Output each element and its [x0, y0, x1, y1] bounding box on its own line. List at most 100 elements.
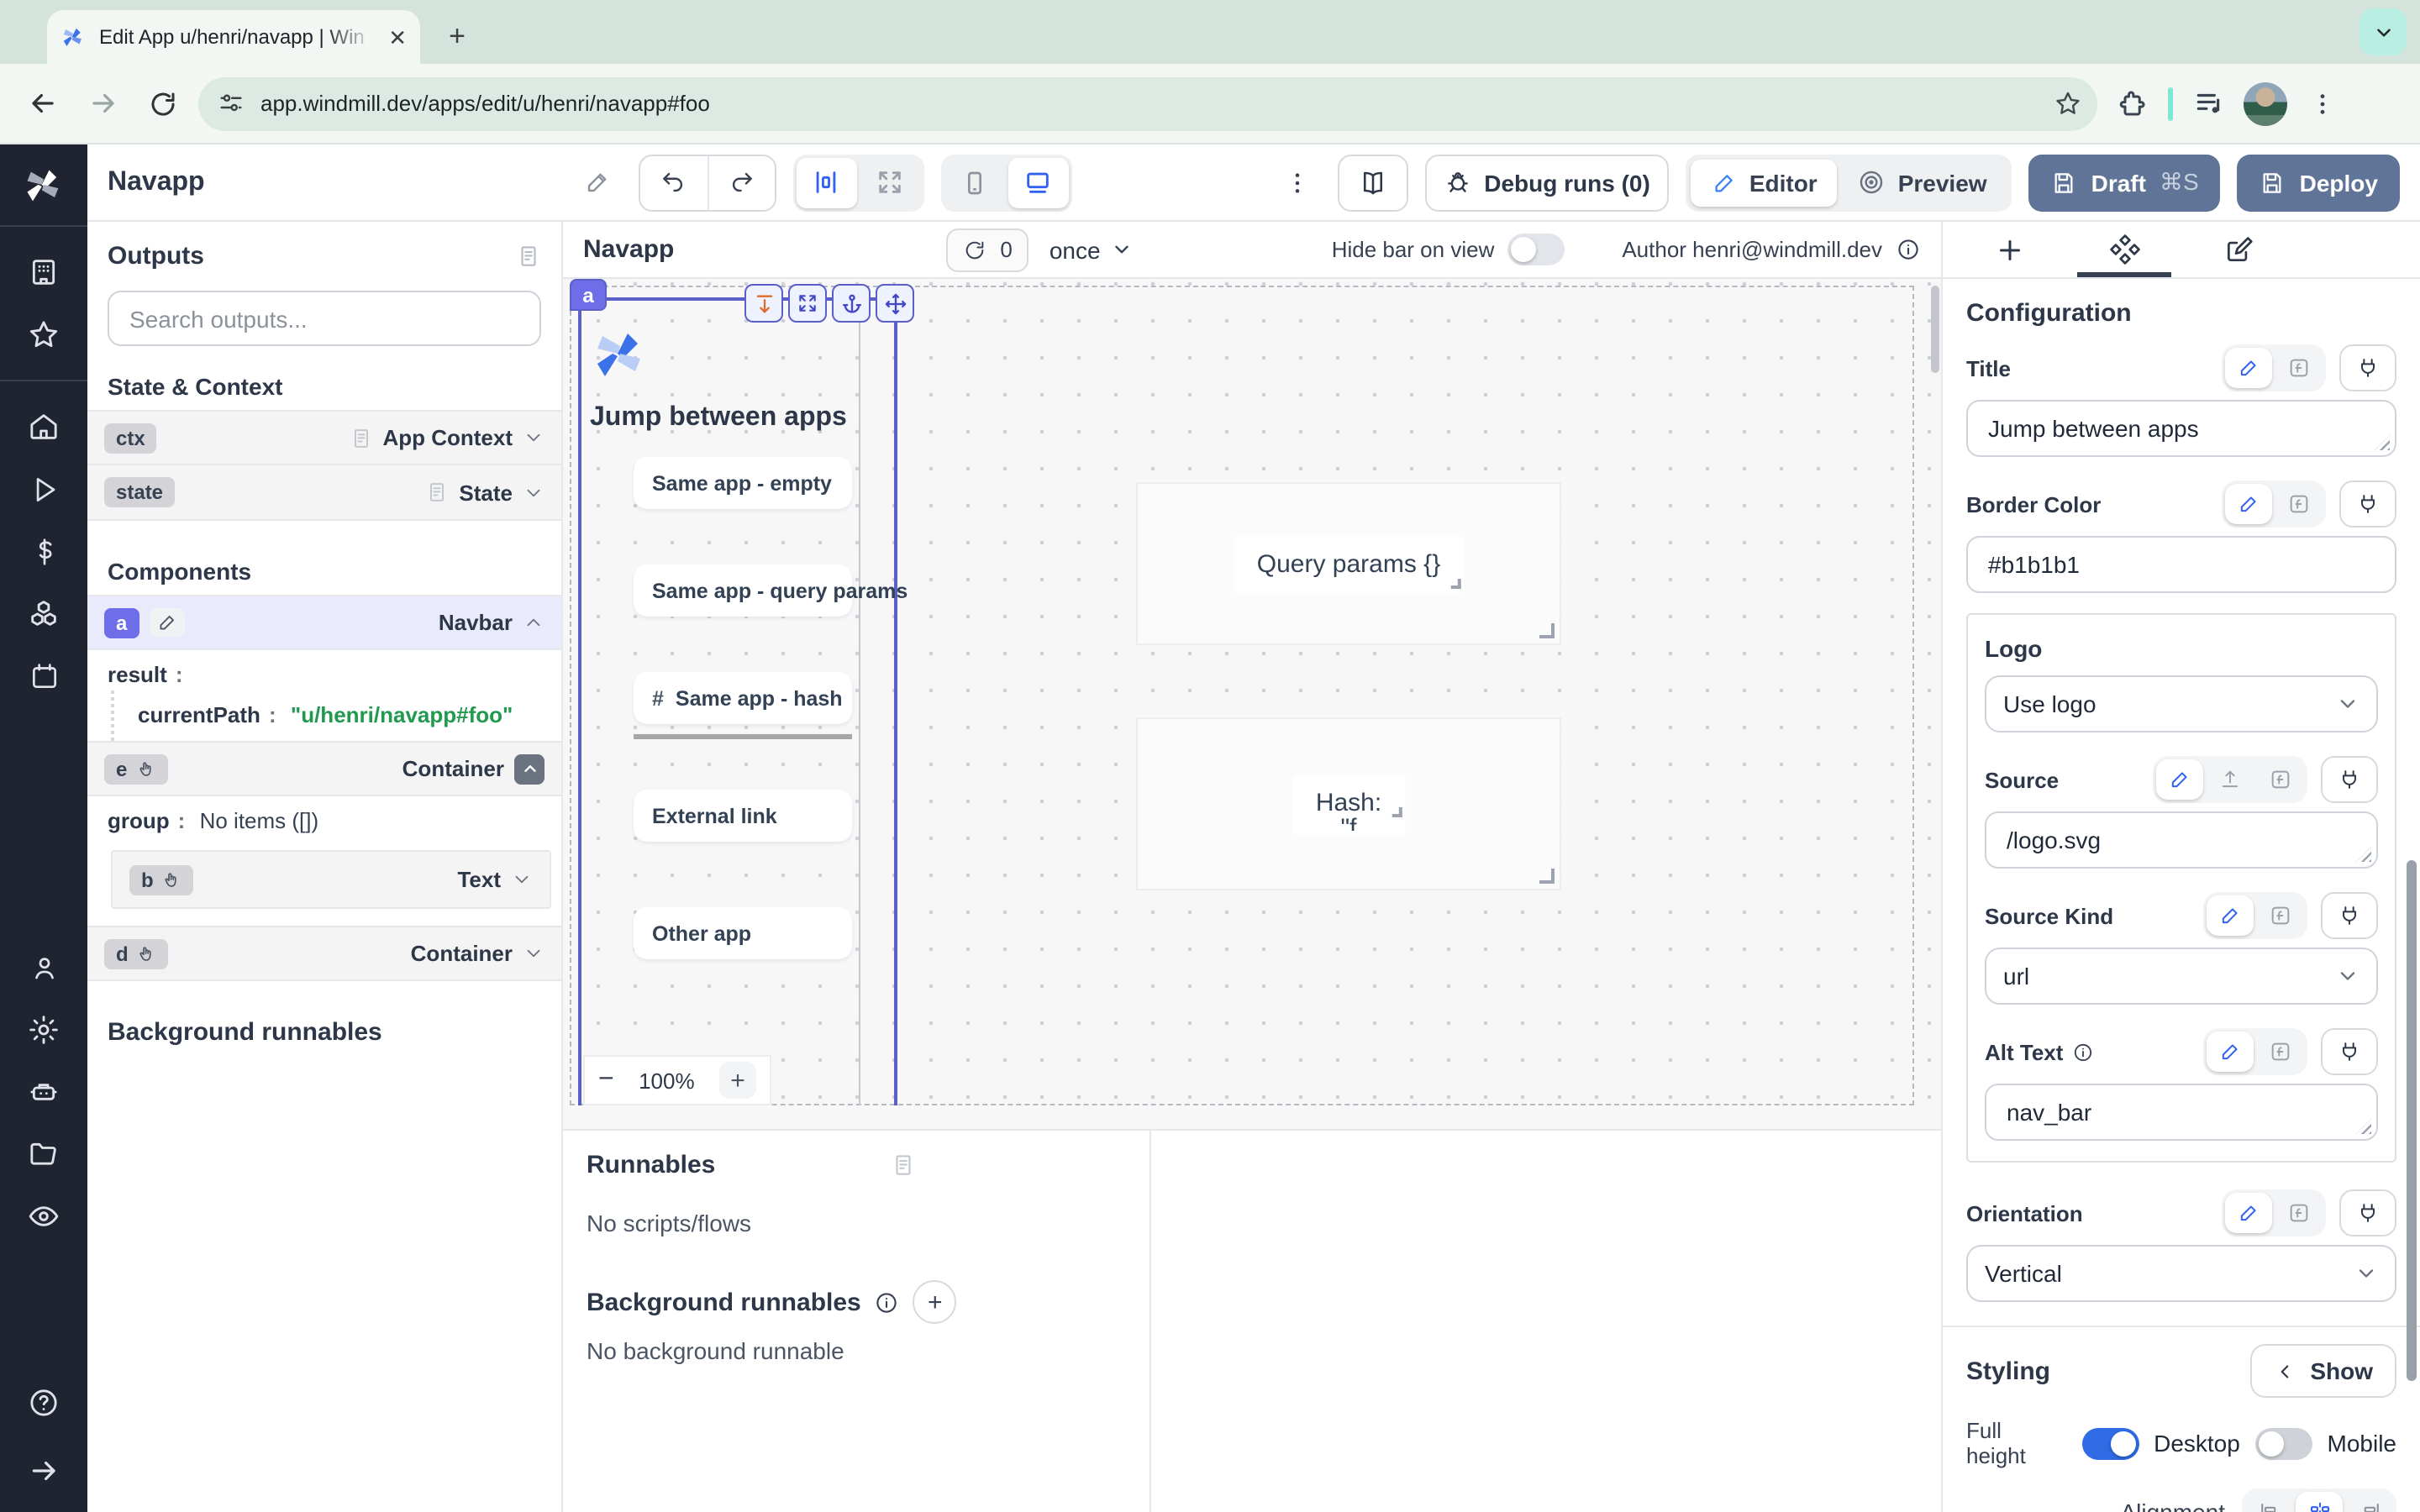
nav-item-hash[interactable]: # Same app - hash — [634, 672, 852, 724]
site-settings-icon[interactable] — [218, 91, 244, 116]
orientation-fx-button[interactable] — [2275, 1193, 2323, 1233]
help-icon[interactable] — [13, 1374, 74, 1431]
canvas-scrollbar[interactable] — [1931, 286, 1939, 373]
preview-tab[interactable]: Preview — [1838, 159, 2007, 206]
run-mode-dropdown[interactable]: once — [1050, 236, 1133, 263]
title-fx-button[interactable] — [2275, 348, 2323, 388]
editor-tab[interactable]: Editor — [1691, 159, 1838, 206]
source-kind-static-button[interactable] — [2207, 895, 2254, 936]
ctx-row[interactable]: ctx App Context — [87, 410, 561, 465]
alt-connect-button[interactable] — [2321, 1028, 2378, 1075]
runs-icon[interactable] — [13, 460, 74, 517]
centered-layout-button[interactable] — [797, 157, 857, 207]
source-upload-button[interactable] — [2207, 759, 2254, 800]
home-icon[interactable] — [13, 398, 74, 455]
source-connect-button[interactable] — [2321, 756, 2378, 803]
title-input[interactable] — [1985, 402, 2378, 455]
source-kind-connect-button[interactable] — [2321, 892, 2378, 939]
component-row-container-d[interactable]: d Container — [87, 926, 561, 981]
docs-button[interactable] — [1338, 154, 1408, 211]
nav-item-same-app-empty[interactable]: Same app - empty — [634, 457, 852, 509]
title-static-button[interactable] — [2225, 348, 2272, 388]
url-bar[interactable]: app.windmill.dev/apps/edit/u/henri/navap… — [198, 76, 2097, 130]
windmill-logo[interactable] — [22, 165, 66, 208]
draft-button[interactable]: Draft ⌘S — [2029, 154, 2221, 211]
title-connect-button[interactable] — [2339, 344, 2396, 391]
move-button[interactable] — [876, 284, 914, 323]
debug-runs-button[interactable]: Debug runs (0) — [1425, 154, 1669, 211]
component-row-text-b[interactable]: b Text — [113, 852, 550, 907]
component-row-navbar[interactable]: a Navbar — [87, 595, 561, 650]
more-options-icon[interactable] — [1274, 159, 1321, 206]
border-connect-button[interactable] — [2339, 480, 2396, 528]
component-row-container-e[interactable]: e Container — [87, 741, 561, 796]
query-params-container[interactable]: Query params {} — [1136, 482, 1561, 645]
component-edit-icon[interactable] — [149, 608, 184, 637]
window-chevron-button[interactable] — [2360, 8, 2407, 55]
author-info-icon[interactable] — [1896, 237, 1921, 262]
insert-tab[interactable] — [1986, 222, 2033, 277]
align-center-button[interactable] — [2296, 1492, 2343, 1512]
orientation-static-button[interactable] — [2225, 1193, 2272, 1233]
nav-item-other-app[interactable]: Other app — [634, 907, 852, 959]
browser-menu-icon[interactable] — [2297, 78, 2348, 129]
orientation-select[interactable]: Vertical — [1966, 1245, 2396, 1302]
tab-close-icon[interactable]: ✕ — [388, 26, 407, 48]
logo-select[interactable]: Use logo — [1985, 675, 2378, 732]
editor-canvas[interactable]: a — [563, 279, 1941, 1129]
orientation-connect-button[interactable] — [2339, 1189, 2396, 1236]
workers-icon[interactable] — [13, 1063, 74, 1121]
nav-item-query-params[interactable]: Same app - query params — [634, 564, 852, 617]
browser-tab[interactable]: Edit App u/henri/navapp | Win ✕ — [47, 10, 420, 64]
forward-icon[interactable] — [77, 78, 128, 129]
media-controls-icon[interactable] — [2183, 78, 2233, 129]
workspace-icon[interactable] — [13, 244, 74, 301]
component-id-tag[interactable]: a — [570, 279, 607, 311]
show-styling-button[interactable]: Show — [2249, 1344, 2396, 1398]
reload-icon[interactable] — [138, 78, 188, 129]
result-key-row[interactable]: result: — [87, 650, 561, 690]
mobile-view-button[interactable] — [944, 157, 1005, 207]
collapse-sidebar-icon[interactable] — [13, 1441, 74, 1499]
alt-text-input[interactable] — [2003, 1085, 2360, 1139]
profile-avatar[interactable] — [2244, 81, 2287, 125]
currentpath-row[interactable]: currentPath: "u/henri/navapp#foo" — [111, 690, 561, 741]
folders-icon[interactable] — [13, 1126, 74, 1183]
alt-text-info-icon[interactable] — [2071, 1041, 2093, 1063]
align-end-button[interactable] — [2346, 1492, 2393, 1512]
source-static-button[interactable] — [2156, 759, 2203, 800]
border-fx-button[interactable] — [2275, 484, 2323, 524]
extensions-icon[interactable] — [2107, 78, 2158, 129]
bg-runnables-info-icon[interactable] — [875, 1289, 900, 1315]
collapse-icon[interactable] — [514, 753, 544, 784]
border-static-button[interactable] — [2225, 484, 2272, 524]
border-color-input[interactable] — [1985, 538, 2378, 591]
undo-button[interactable] — [640, 155, 708, 209]
styling-tab[interactable] — [2215, 222, 2262, 277]
audit-logs-icon[interactable] — [13, 1188, 74, 1245]
source-kind-fx-button[interactable] — [2257, 895, 2304, 936]
redo-button[interactable] — [708, 155, 775, 209]
full-height-mobile-toggle[interactable] — [2255, 1427, 2312, 1459]
settings-icon[interactable] — [13, 1001, 74, 1058]
full-width-button[interactable] — [860, 157, 921, 207]
add-bg-runnable-button[interactable]: + — [913, 1280, 957, 1324]
full-height-desktop-toggle[interactable] — [2081, 1427, 2139, 1459]
expand-down-button[interactable] — [744, 284, 783, 323]
source-kind-select[interactable]: url — [1985, 948, 2378, 1005]
state-row[interactable]: state State — [87, 465, 561, 521]
outputs-search[interactable] — [108, 291, 541, 346]
outputs-doc-icon[interactable] — [516, 244, 541, 269]
align-start-button[interactable] — [2245, 1492, 2292, 1512]
nav-item-external-link[interactable]: External link — [634, 790, 852, 842]
fullscreen-component-button[interactable] — [788, 284, 827, 323]
component-settings-tab[interactable] — [2101, 222, 2148, 277]
group-row[interactable]: group: No items ([]) — [87, 796, 561, 837]
deploy-button[interactable]: Deploy — [2238, 154, 2400, 211]
hide-bar-toggle[interactable] — [1507, 234, 1565, 265]
settings-scrollbar[interactable] — [2407, 860, 2417, 1381]
zoom-out-button[interactable]: − — [598, 1065, 614, 1095]
bookmark-star-icon[interactable] — [2047, 83, 2087, 123]
source-fx-button[interactable] — [2257, 759, 2304, 800]
anchor-button[interactable] — [832, 284, 871, 323]
